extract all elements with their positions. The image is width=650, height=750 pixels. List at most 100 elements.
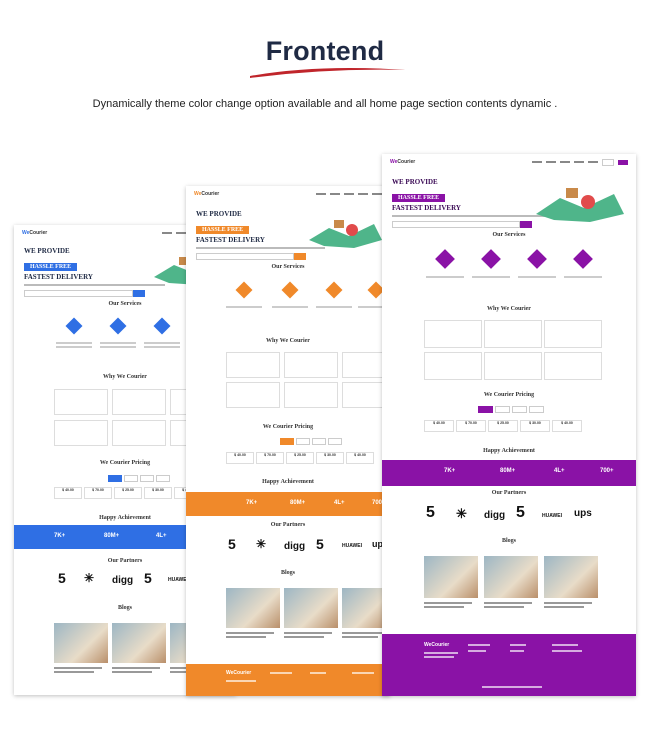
tracking-search[interactable] — [392, 220, 533, 228]
price-card: $ 25.00 — [114, 487, 142, 499]
pricing-tab[interactable] — [124, 475, 138, 482]
hero-pill: HASSLE FREE — [196, 226, 250, 234]
partner-logo: digg — [284, 541, 306, 552]
hero-pill: HASSLE FREE — [392, 194, 446, 202]
pricing-tab[interactable] — [156, 475, 170, 482]
price-card: $ 25.00 — [286, 452, 314, 464]
stat-value: 4L+ — [554, 468, 565, 474]
service-icon — [573, 249, 593, 269]
brand[interactable]: WeCourier — [194, 191, 219, 197]
tracking-search[interactable] — [24, 289, 146, 297]
nav-login-button[interactable] — [602, 158, 614, 166]
service-icon — [481, 249, 501, 269]
partner-logo: 5 — [144, 570, 152, 586]
blog-card[interactable] — [284, 588, 338, 654]
partner-logo: 5 — [426, 504, 435, 521]
stat-value: 4L+ — [156, 533, 167, 539]
feature-card — [424, 352, 482, 380]
price-card: $ 70.00 — [256, 452, 284, 464]
feature-card — [284, 352, 338, 378]
screen-purple-preview: WeCourier WE PROVIDE HASSLE FREE FASTEST… — [382, 154, 636, 696]
top-nav: WeCourier — [382, 154, 636, 170]
hero-pill: HASSLE FREE — [24, 263, 78, 271]
pricing-tab[interactable] — [495, 406, 510, 413]
partner-logo: digg — [484, 510, 506, 521]
service-icon — [109, 317, 127, 335]
blog-card[interactable] — [226, 588, 280, 654]
feature-card — [544, 352, 602, 380]
nav-register-button[interactable] — [618, 159, 628, 165]
achievement-band: 7K+ 80M+ 4L+ 700+ — [382, 460, 636, 486]
delivery-map-illustration-icon — [536, 188, 624, 222]
stat-value: 7K+ — [444, 468, 456, 474]
tagline: Dynamically theme color change option av… — [92, 98, 558, 110]
blog-card[interactable] — [424, 556, 478, 624]
price-card: $ 40.00 — [346, 452, 374, 464]
blog-card[interactable] — [484, 556, 538, 624]
feature-card — [484, 352, 542, 380]
section-title-partners: Our Partners — [270, 522, 306, 528]
section-title-pricing: We Courier Pricing — [262, 424, 314, 430]
feature-card — [284, 382, 338, 408]
partner-logo: digg — [112, 575, 134, 586]
pricing-tab[interactable] — [478, 406, 493, 413]
partner-logo: ✳ — [256, 537, 267, 551]
price-card: $ 70.00 — [84, 487, 112, 499]
feature-card — [226, 352, 280, 378]
nav-links[interactable] — [532, 161, 598, 163]
partner-logo: HUAWEI — [542, 513, 562, 519]
feature-card — [112, 420, 166, 446]
footer: WeCourier — [186, 664, 390, 696]
pricing-tab[interactable] — [108, 475, 122, 482]
logo-swoosh-icon — [250, 68, 406, 78]
partner-logo: 5 — [58, 570, 66, 586]
partner-logo: ✳ — [456, 506, 467, 521]
partner-logo: 5 — [516, 504, 525, 521]
stat-value: 700+ — [600, 468, 614, 474]
stat-value: 80M+ — [500, 468, 516, 474]
service-icon — [281, 281, 299, 299]
stat-value: 700 — [372, 500, 383, 506]
feature-card — [54, 420, 108, 446]
pricing-tab[interactable] — [312, 438, 326, 445]
pricing-tab[interactable] — [296, 438, 310, 445]
feature-card — [112, 389, 166, 415]
tracking-search[interactable] — [196, 252, 307, 260]
brand[interactable]: WeCourier — [390, 159, 415, 165]
price-card: $ 70.00 — [456, 420, 486, 432]
price-card: $ 40.00 — [226, 452, 254, 464]
pricing-tab[interactable] — [529, 406, 544, 413]
stat-value: 4L+ — [334, 500, 345, 506]
pricing-tab[interactable] — [512, 406, 527, 413]
section-title-achievement: Happy Achievement — [483, 448, 535, 454]
achievement-band: 7K+ 80M+ 4L+ 700 — [186, 492, 390, 516]
price-card: $ 30.00 — [316, 452, 344, 464]
stat-value: 7K+ — [246, 500, 258, 506]
brand[interactable]: WeCourier — [22, 230, 47, 236]
section-title-blogs: Blogs — [501, 538, 516, 544]
blog-card[interactable] — [54, 623, 108, 693]
pricing-tab[interactable] — [328, 438, 342, 445]
nav-links[interactable] — [316, 193, 382, 195]
partner-logo: HUAWEI — [342, 543, 362, 549]
partner-logo: ✳ — [84, 571, 95, 585]
pricing-tab[interactable] — [280, 438, 294, 445]
partner-logo: HUAWEI — [168, 577, 188, 583]
section-title-services: Our Services — [492, 232, 526, 238]
footer: WeCourier — [382, 634, 636, 696]
service-icon — [527, 249, 547, 269]
price-card: $ 40.00 — [424, 420, 454, 432]
section-title-pricing: We Courier Pricing — [483, 392, 535, 398]
service-icon — [153, 317, 171, 335]
blog-card[interactable] — [112, 623, 166, 693]
service-icon — [235, 281, 253, 299]
partner-logo: 5 — [228, 536, 236, 552]
section-title-why: Why We Courier — [266, 338, 310, 344]
price-card: $ 30.00 — [520, 420, 550, 432]
service-icon — [325, 281, 343, 299]
section-title-partners: Our Partners — [491, 490, 527, 496]
feature-card — [54, 389, 108, 415]
blog-card[interactable] — [544, 556, 598, 624]
pricing-tab[interactable] — [140, 475, 154, 482]
price-card: $ 25.00 — [488, 420, 518, 432]
